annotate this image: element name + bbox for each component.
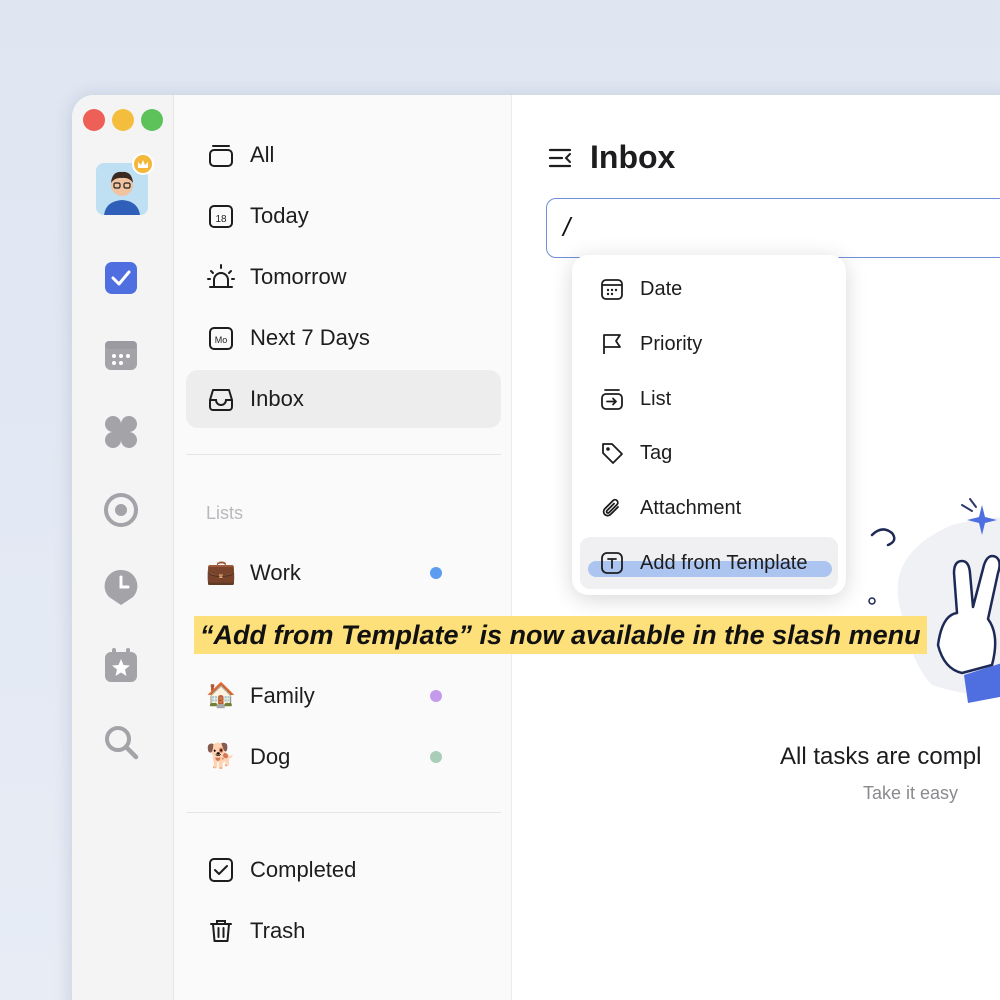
sunrise-icon <box>206 262 236 292</box>
empty-state-subtitle: Take it easy <box>863 783 959 803</box>
tag-icon <box>598 439 626 467</box>
briefcase-icon: 💼 <box>206 559 236 586</box>
premium-crown-icon <box>132 153 154 175</box>
slash-menu-item-add-from-template[interactable]: Add from Template <box>580 537 838 589</box>
list-color-dot <box>430 567 442 579</box>
lists-header: Lists <box>206 503 244 523</box>
sidebar-item-trash[interactable]: Trash <box>186 902 501 960</box>
slash-menu-item-label: Add from Template <box>640 551 808 574</box>
sidebar-item-label: Next 7 Days <box>250 325 370 350</box>
list-color-dot <box>430 751 442 763</box>
slash-menu-item-priority[interactable]: Priority <box>580 318 838 370</box>
checkbox-icon <box>206 855 236 885</box>
sidebar-item-family[interactable]: 🏠 Family <box>186 667 501 725</box>
flag-icon <box>598 330 626 358</box>
calendar-icon[interactable] <box>102 336 140 374</box>
sidebar-item-label: Inbox <box>250 386 304 411</box>
slash-menu: Date Priority List Tag Attachment Add fr… <box>572 255 846 595</box>
list-color-dot <box>430 690 442 702</box>
sidebar-item-label: All <box>250 142 275 167</box>
slash-menu-item-label: Date <box>640 277 683 300</box>
list-move-icon <box>598 385 626 413</box>
slash-menu-item-attachment[interactable]: Attachment <box>580 482 838 534</box>
trash-icon <box>206 916 236 946</box>
countdown-star-icon[interactable] <box>102 646 140 684</box>
sidebar-item-label: Dog <box>250 744 291 769</box>
habit-clock-icon[interactable] <box>102 568 140 606</box>
announcement-banner: “Add from Template” is now available in … <box>194 616 927 654</box>
slash-menu-item-label: Attachment <box>640 496 742 519</box>
slash-menu-item-label: Tag <box>640 441 673 464</box>
search-icon[interactable] <box>102 723 140 761</box>
input-value: / <box>563 212 571 242</box>
calendar-mo-icon: Mo <box>206 323 236 353</box>
slash-menu-item-tag[interactable]: Tag <box>580 427 838 479</box>
page-title: Inbox <box>590 139 676 175</box>
sidebar-item-dog[interactable]: 🐕 Dog <box>186 728 501 786</box>
tasks-checkbox-icon[interactable] <box>102 259 140 297</box>
dog-icon: 🐕 <box>206 743 236 770</box>
toggle-sidebar-icon[interactable] <box>548 147 572 174</box>
sidebar-item-all[interactable]: All <box>186 126 501 184</box>
sidebar-item-label: Work <box>250 560 301 585</box>
slash-menu-item-label: Priority <box>640 332 703 355</box>
icon-rail <box>72 95 174 1000</box>
divider <box>186 454 501 455</box>
divider <box>186 812 501 813</box>
stack-icon <box>206 140 236 170</box>
focus-target-icon[interactable] <box>102 491 140 529</box>
inbox-icon <box>206 384 236 414</box>
slash-menu-item-date[interactable]: Date <box>580 263 838 315</box>
sidebar-item-next-7-days[interactable]: Mo Next 7 Days <box>186 309 501 367</box>
zoom-window-button[interactable] <box>141 109 163 131</box>
sidebar-item-label: Trash <box>250 918 306 943</box>
sidebar: All 18 Today Tomorrow Mo Next 7 Days Inb… <box>174 95 512 1000</box>
template-icon <box>598 549 626 577</box>
sidebar-item-today[interactable]: 18 Today <box>186 187 501 245</box>
app-window: All 18 Today Tomorrow Mo Next 7 Days Inb… <box>72 95 1000 1000</box>
add-task-input[interactable]: / <box>546 198 1000 258</box>
close-window-button[interactable] <box>83 109 105 131</box>
minimize-window-button[interactable] <box>112 109 134 131</box>
calendar-icon <box>598 275 626 303</box>
house-icon: 🏠 <box>206 682 236 709</box>
sidebar-item-label: Tomorrow <box>250 264 347 289</box>
sidebar-item-label: Today <box>250 203 309 228</box>
empty-state-title: All tasks are compl <box>780 743 982 770</box>
paperclip-icon <box>598 494 626 522</box>
sidebar-item-work[interactable]: 💼 Work <box>186 544 501 602</box>
svg-text:Mo: Mo <box>215 335 228 345</box>
sidebar-item-inbox[interactable]: Inbox <box>186 370 501 428</box>
sidebar-item-label: Family <box>250 683 315 708</box>
slash-menu-item-list[interactable]: List <box>580 373 838 425</box>
calendar-18-icon: 18 <box>206 201 236 231</box>
slash-menu-item-label: List <box>640 387 672 410</box>
svg-text:18: 18 <box>215 214 227 225</box>
sidebar-item-completed[interactable]: Completed <box>186 841 501 899</box>
sidebar-item-label: Completed <box>250 857 357 882</box>
matrix-icon[interactable] <box>102 413 140 451</box>
sidebar-item-tomorrow[interactable]: Tomorrow <box>186 248 501 306</box>
celebration-illustration <box>842 495 1000 710</box>
